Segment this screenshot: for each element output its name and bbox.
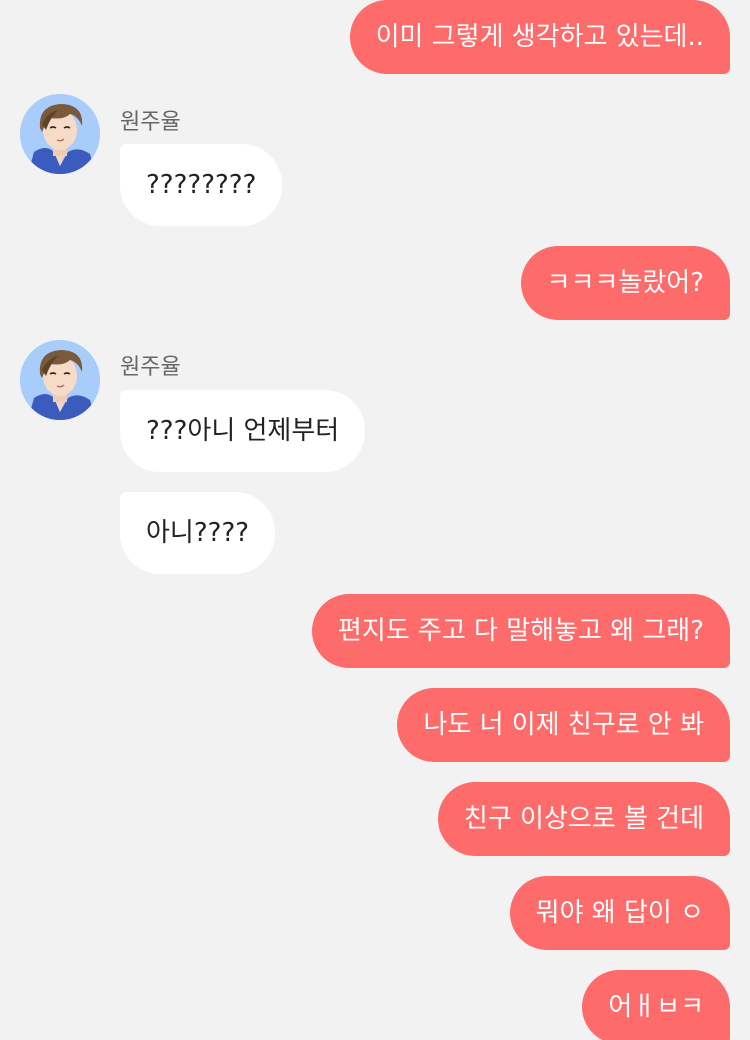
message-text: ???아니 언제부터 xyxy=(146,416,340,446)
message-outgoing: ㅋㅋㅋ놀랐어? xyxy=(520,246,730,320)
avatar-icon[interactable] xyxy=(20,94,100,174)
message-incoming: 아니???? xyxy=(120,492,276,574)
message-outgoing: 어ㅐㅂㅋ xyxy=(582,970,730,1040)
message-text: 나도 너 이제 친구로 안 봐 xyxy=(423,710,704,740)
message-incoming: ???????? xyxy=(120,144,283,226)
message-outgoing: 뭐야 왜 답이 ㅇ xyxy=(509,876,730,950)
message-text: ㅋㅋㅋ놀랐어? xyxy=(546,268,704,298)
message-incoming: ???아니 언제부터 xyxy=(120,390,366,472)
message-outgoing: 나도 너 이제 친구로 안 봐 xyxy=(397,688,730,762)
message-text: 아니???? xyxy=(146,518,250,548)
chat-window[interactable]: 이미 그렇게 생각하고 있는데.. 원주율 ???????? ㅋㅋㅋ놀랐어? 원… xyxy=(0,0,750,1040)
message-outgoing: 편지도 주고 다 말해놓고 왜 그래? xyxy=(311,594,730,668)
message-text: 어ㅐㅂㅋ xyxy=(608,992,704,1022)
message-text: ???????? xyxy=(146,170,257,200)
message-text: 친구 이상으로 볼 건데 xyxy=(463,804,704,834)
sender-name: 원주율 xyxy=(120,355,181,380)
message-text: 이미 그렇게 생각하고 있는데.. xyxy=(375,22,704,52)
message-text: 편지도 주고 다 말해놓고 왜 그래? xyxy=(337,616,704,646)
message-outgoing: 친구 이상으로 볼 건데 xyxy=(437,782,730,856)
avatar-icon[interactable] xyxy=(20,340,100,420)
message-text: 뭐야 왜 답이 ㅇ xyxy=(535,898,704,928)
message-outgoing: 이미 그렇게 생각하고 있는데.. xyxy=(349,0,730,74)
sender-name: 원주율 xyxy=(120,110,181,135)
